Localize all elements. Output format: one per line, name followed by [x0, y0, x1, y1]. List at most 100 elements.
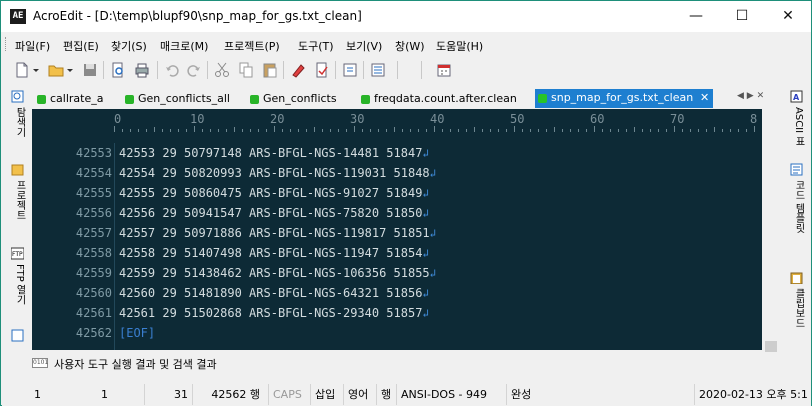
- line-number: 42562: [75, 326, 112, 340]
- menu-window[interactable]: 창(W): [395, 38, 425, 54]
- menu-help[interactable]: 도움말(H): [436, 38, 483, 54]
- ruler-label: 10: [190, 112, 205, 126]
- app-icon: AE: [10, 9, 26, 24]
- tab-label: snp_map_for_gs.txt_clean: [551, 91, 694, 104]
- menu-edit[interactable]: 편집(E): [63, 38, 99, 54]
- tab-freqdata[interactable]: freqdata.count.after.clean: [358, 90, 517, 108]
- code-line[interactable]: 42555 29 50860475 ARS-BFGL-NGS-91027 518…: [119, 186, 429, 200]
- project-icon: [11, 163, 24, 176]
- status-input-language[interactable]: 영어: [343, 384, 368, 405]
- redo-icon[interactable]: [185, 61, 203, 79]
- newline-icon: ↲: [422, 187, 430, 200]
- line-text: 42556 29 50941547 ARS-BFGL-NGS-75820 518…: [119, 206, 423, 220]
- menu-bar: 파일(F) 편집(E) 찾기(S) 매크로(M) 프로젝트(P) 도구(T) 보…: [1, 32, 811, 56]
- tab-status-icon: [538, 94, 547, 103]
- line-text: 42553 29 50797148 ARS-BFGL-NGS-14481 518…: [119, 146, 423, 160]
- tab-label: callrate_a: [50, 92, 104, 105]
- menu-file[interactable]: 파일(F): [15, 38, 50, 54]
- newline-icon: ↲: [429, 227, 437, 240]
- new-file-dropdown-icon[interactable]: [31, 61, 41, 79]
- code-line[interactable]: 42557 29 50971886 ARS-BFGL-NGS-119817 51…: [119, 226, 436, 240]
- right-side-panel: A ASCII 표 코드 템플릿 클립보드: [781, 87, 811, 351]
- toolbar-separator: [397, 61, 398, 79]
- line-number: 42561: [75, 306, 112, 320]
- ftp-icon: FTP: [10, 247, 25, 260]
- right-tab-code-template[interactable]: 코드 템플릿: [786, 180, 806, 233]
- title-bar[interactable]: AE AcroEdit - [D:\temp\blupf90\snp_map_f…: [1, 1, 811, 32]
- print-icon[interactable]: [133, 61, 151, 79]
- left-tab-explorer[interactable]: 탐색기: [7, 107, 27, 137]
- status-unit: 행: [376, 384, 391, 405]
- tab-gen-conflicts-all[interactable]: Gen_conflicts_all: [122, 90, 230, 108]
- newline-icon: ↲: [422, 207, 430, 220]
- code-line[interactable]: 42553 29 50797148 ARS-BFGL-NGS-14481 518…: [119, 146, 429, 160]
- paste-icon[interactable]: [261, 61, 279, 79]
- toolbar-separator: [421, 61, 422, 79]
- ruler-label: 30: [350, 112, 365, 126]
- list-icon[interactable]: [369, 61, 387, 79]
- line-number: 42554: [75, 166, 112, 180]
- cut-icon[interactable]: [213, 61, 231, 79]
- ascii-table-icon: A: [790, 90, 803, 103]
- line-text: 42554 29 50820993 ARS-BFGL-NGS-119031 51…: [119, 166, 430, 180]
- ruler-label: 8: [750, 112, 758, 126]
- status-state: 완성: [506, 384, 531, 405]
- open-folder-icon[interactable]: [47, 61, 65, 79]
- code-line[interactable]: 42558 29 51407498 ARS-BFGL-NGS-11947 518…: [119, 246, 429, 260]
- tab-gen-conflicts[interactable]: Gen_conflicts: [247, 90, 337, 108]
- vertical-scrollbar[interactable]: [762, 109, 780, 359]
- tab-label: Gen_conflicts_all: [138, 92, 230, 105]
- left-tab-project[interactable]: 프로젝트: [7, 180, 27, 220]
- status-insert-mode[interactable]: 삽입: [310, 384, 335, 405]
- ruler-ticks: [114, 126, 755, 132]
- status-line-total: 42562 행: [192, 384, 264, 405]
- line-number: 42553: [75, 146, 112, 160]
- right-tab-ascii[interactable]: ASCII 표: [786, 107, 806, 146]
- minimize-button[interactable]: —: [673, 1, 719, 32]
- status-position: 31: [144, 384, 192, 405]
- menu-find[interactable]: 찾기(S): [111, 38, 147, 54]
- code-line[interactable]: 42560 29 51481890 ARS-BFGL-NGS-64321 518…: [119, 286, 429, 300]
- status-encoding[interactable]: ANSI-DOS - 949: [396, 384, 487, 405]
- maximize-button[interactable]: ☐: [719, 1, 765, 32]
- code-line[interactable]: 42556 29 50941547 ARS-BFGL-NGS-75820 518…: [119, 206, 429, 220]
- ruler-label: 40: [430, 112, 445, 126]
- calendar-icon[interactable]: [435, 61, 453, 79]
- tab-prev-icon[interactable]: ◀: [737, 91, 744, 101]
- toolbar-separator: [363, 61, 364, 79]
- highlighter-icon[interactable]: [289, 61, 307, 79]
- left-side-panel: 탐색기 프로젝트 FTP FTP 열기: [2, 87, 32, 351]
- toolbar-separator: [335, 61, 336, 79]
- menu-project[interactable]: 프로젝트(P): [224, 38, 280, 54]
- text-editor[interactable]: 0 10 20 30 40 50 60 70 8 42553 42553 29 …: [32, 109, 780, 350]
- copy-icon[interactable]: [237, 61, 255, 79]
- left-tab-ftp[interactable]: FTP 열기: [7, 264, 27, 305]
- menu-macro[interactable]: 매크로(M): [160, 38, 208, 54]
- open-dropdown-icon[interactable]: [65, 61, 75, 79]
- document-check-icon[interactable]: [313, 61, 331, 79]
- tab-next-icon[interactable]: ▶: [747, 91, 754, 101]
- code-line[interactable]: 42559 29 51438462 ARS-BFGL-NGS-106356 51…: [119, 266, 436, 280]
- undo-icon[interactable]: [163, 61, 181, 79]
- window-icon[interactable]: [341, 61, 359, 79]
- close-button[interactable]: ✕: [765, 1, 811, 32]
- output-pane-tab[interactable]: 0101 사용자 도구 실행 결과 및 검색 결과: [2, 352, 811, 374]
- menu-view[interactable]: 보기(V): [346, 38, 382, 54]
- line-number: 42557: [75, 226, 112, 240]
- new-file-icon[interactable]: [13, 61, 31, 79]
- save-icon[interactable]: [81, 61, 99, 79]
- line-text: 42560 29 51481890 ARS-BFGL-NGS-64321 518…: [119, 286, 423, 300]
- tab-close-icon[interactable]: ✕: [700, 89, 709, 107]
- status-datetime: 2020-02-13 오후 5:1: [694, 384, 808, 405]
- code-line[interactable]: 42561 29 51502868 ARS-BFGL-NGS-29340 518…: [119, 306, 429, 320]
- right-tab-clipboard[interactable]: 클립보드: [786, 288, 806, 328]
- tab-snp-map[interactable]: snp_map_for_gs.txt_clean ✕: [535, 89, 714, 108]
- newline-icon: ↲: [422, 247, 430, 260]
- line-number: 42558: [75, 246, 112, 260]
- tab-callrate-a[interactable]: callrate_a: [34, 90, 104, 108]
- print-preview-icon[interactable]: [109, 61, 127, 79]
- code-line[interactable]: 42554 29 50820993 ARS-BFGL-NGS-119031 51…: [119, 166, 436, 180]
- tab-status-icon: [250, 95, 259, 104]
- menu-tools[interactable]: 도구(T): [298, 38, 334, 54]
- tab-close-all-icon[interactable]: ✕: [757, 91, 765, 101]
